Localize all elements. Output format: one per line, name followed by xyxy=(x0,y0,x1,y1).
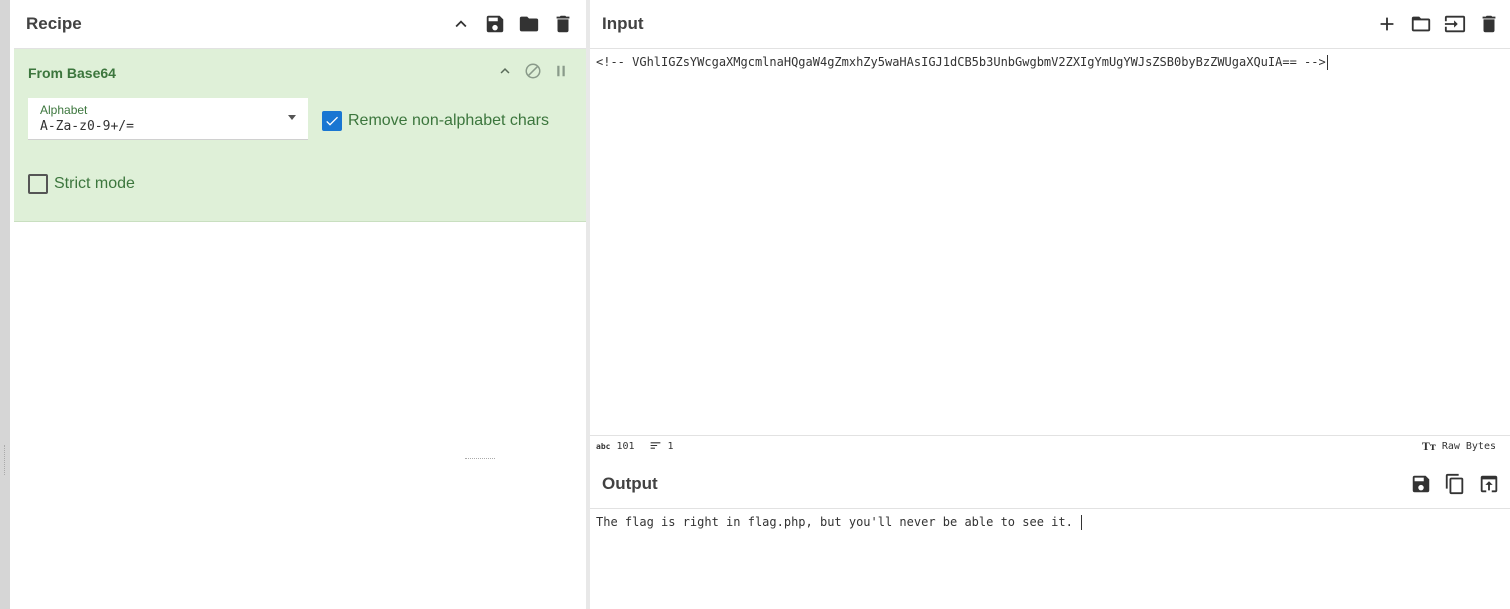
save-recipe-icon[interactable] xyxy=(484,13,506,35)
save-output-icon[interactable] xyxy=(1410,473,1432,495)
remove-non-alphabet-label: Remove non-alphabet chars xyxy=(348,112,550,129)
recipe-panel: Recipe From Base64 Alphabet A-Za-z0-9+/=… xyxy=(14,0,586,609)
output-textarea[interactable]: The flag is right in flag.php, but you'l… xyxy=(590,509,1510,536)
text-cursor xyxy=(1081,515,1083,530)
open-folder-icon[interactable] xyxy=(1410,13,1432,35)
input-status-bar: abc 101 1 Tт Raw Bytes xyxy=(590,435,1510,457)
encoding-label: Raw Bytes xyxy=(1441,441,1496,452)
output-title: Output xyxy=(602,474,658,493)
checkbox-checked-icon[interactable] xyxy=(322,111,342,131)
add-icon[interactable] xyxy=(1376,13,1398,35)
trash-icon[interactable] xyxy=(1478,13,1500,35)
alphabet-value: A-Za-z0-9+/= xyxy=(40,119,134,134)
operation-from-base64[interactable]: From Base64 Alphabet A-Za-z0-9+/= Remove… xyxy=(14,49,586,222)
output-pane: Output The flag is right in flag.php, bu… xyxy=(590,460,1510,609)
output-header: Output xyxy=(590,460,1510,509)
chevron-up-icon[interactable] xyxy=(450,13,472,35)
remove-non-alphabet-checkbox[interactable]: Remove non-alphabet chars xyxy=(322,111,549,131)
abc-icon: abc xyxy=(596,442,611,451)
folder-icon[interactable] xyxy=(518,13,540,35)
replace-input-icon[interactable] xyxy=(1478,473,1500,495)
input-header: Input xyxy=(590,0,1510,49)
alphabet-select[interactable]: Alphabet A-Za-z0-9+/= xyxy=(28,98,308,140)
line-count-value: 1 xyxy=(667,441,674,452)
encoding-selector[interactable]: Tт Raw Bytes xyxy=(1422,439,1496,454)
checkbox-unchecked-icon[interactable] xyxy=(28,174,48,194)
recipe-header: Recipe xyxy=(14,0,586,49)
text-cursor xyxy=(1326,55,1328,70)
left-edge-strip xyxy=(0,0,10,609)
disable-icon[interactable] xyxy=(524,62,542,80)
pause-icon[interactable] xyxy=(552,62,570,80)
strict-mode-label: Strict mode xyxy=(54,175,135,192)
text-format-icon: Tт xyxy=(1421,439,1436,453)
lines-icon xyxy=(649,439,662,455)
line-count: 1 xyxy=(649,439,674,455)
strict-mode-checkbox[interactable]: Strict mode xyxy=(28,174,135,194)
input-textarea[interactable]: <!-- VGhlIGZsYWcgaXMgcmlnaHQgaW4gZmxhZy5… xyxy=(590,49,1510,76)
dropdown-caret-icon xyxy=(288,115,296,120)
alphabet-label: Alphabet xyxy=(40,103,88,117)
char-count: abc 101 xyxy=(596,441,635,452)
recipe-title: Recipe xyxy=(26,14,82,33)
input-pane: Input <!-- VGhlIGZsYWcgaXMgcmlnaHQgaW4gZ… xyxy=(590,0,1510,458)
operation-title: From Base64 xyxy=(28,65,116,81)
input-text: <!-- VGhlIGZsYWcgaXMgcmlnaHQgaW4gZmxhZy5… xyxy=(596,55,1326,69)
chevron-up-icon[interactable] xyxy=(496,62,514,80)
pane-resize-grip[interactable] xyxy=(465,458,495,460)
copy-icon[interactable] xyxy=(1444,473,1466,495)
trash-icon[interactable] xyxy=(552,13,574,35)
resize-grip[interactable] xyxy=(4,445,6,475)
input-import-icon[interactable] xyxy=(1444,13,1466,35)
input-title: Input xyxy=(602,14,644,33)
char-count-value: 101 xyxy=(616,441,635,452)
output-text: The flag is right in flag.php, but you'l… xyxy=(596,515,1081,529)
